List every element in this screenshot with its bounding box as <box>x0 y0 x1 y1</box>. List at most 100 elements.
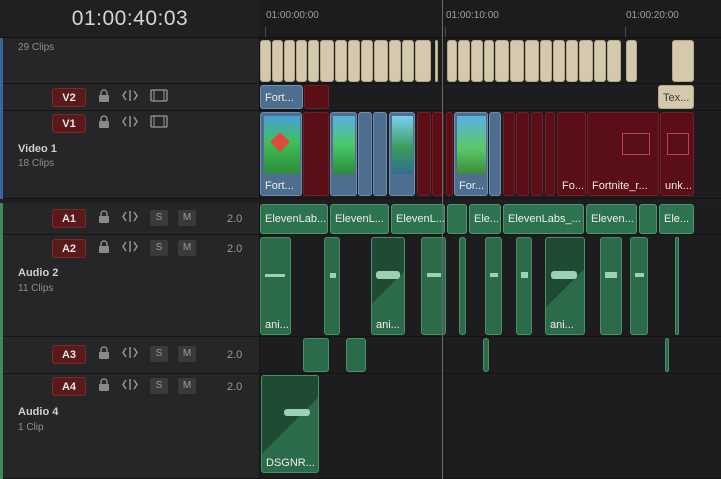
clip[interactable] <box>594 40 606 82</box>
solo-button[interactable]: S <box>150 210 168 226</box>
film-icon[interactable] <box>150 89 168 105</box>
link-icon[interactable] <box>122 378 138 394</box>
clip[interactable] <box>525 40 539 82</box>
clip[interactable] <box>516 112 529 196</box>
playhead-line[interactable] <box>442 0 443 479</box>
clip[interactable] <box>304 85 329 109</box>
lock-icon[interactable] <box>96 210 112 226</box>
timecode-display[interactable]: 01:00:40:03 <box>0 0 260 38</box>
track-header-v3[interactable]: 29 Clips <box>0 38 260 84</box>
clip[interactable] <box>348 40 360 82</box>
clip[interactable] <box>566 40 578 82</box>
track-badge-a2[interactable]: A2 <box>52 239 86 258</box>
track-badge-a3[interactable]: A3 <box>52 345 86 364</box>
clip[interactable] <box>626 40 637 82</box>
clip[interactable] <box>308 40 319 82</box>
clip[interactable]: Fo... <box>557 112 586 196</box>
clip[interactable] <box>495 40 509 82</box>
track-badge-a1[interactable]: A1 <box>52 209 86 228</box>
clip[interactable]: ElevenL... <box>330 204 389 234</box>
track-lane-a1[interactable]: ElevenLab... ElevenL... ElevenL... Ele..… <box>260 203 721 235</box>
link-icon[interactable] <box>122 89 138 105</box>
clip[interactable]: Fort... <box>260 85 303 109</box>
mute-button[interactable]: M <box>178 240 196 256</box>
clip[interactable] <box>415 40 431 82</box>
clip[interactable]: ani... <box>545 237 585 335</box>
clip[interactable]: Fortnite_r... <box>587 112 659 196</box>
clip[interactable] <box>503 112 515 196</box>
clip[interactable]: ani... <box>371 237 405 335</box>
solo-button[interactable]: S <box>150 240 168 256</box>
clip[interactable] <box>361 40 373 82</box>
lock-icon[interactable] <box>96 378 112 394</box>
clip[interactable] <box>553 40 565 82</box>
clip[interactable] <box>374 40 388 82</box>
link-icon[interactable] <box>122 115 138 131</box>
mute-button[interactable]: M <box>178 378 196 394</box>
clip[interactable]: Fort... <box>260 112 302 196</box>
clip[interactable] <box>665 338 669 372</box>
clip[interactable] <box>483 338 489 372</box>
clip[interactable] <box>335 40 347 82</box>
clip[interactable] <box>485 237 502 335</box>
clip[interactable] <box>330 112 357 196</box>
solo-button[interactable]: S <box>150 378 168 394</box>
clip[interactable] <box>540 40 552 82</box>
clip[interactable]: ElevenL... <box>391 204 445 234</box>
clip[interactable] <box>417 112 431 196</box>
clip[interactable] <box>324 237 340 335</box>
mute-button[interactable]: M <box>178 210 196 226</box>
link-icon[interactable] <box>122 346 138 362</box>
clip[interactable] <box>446 112 453 196</box>
clip[interactable]: DSGNR... <box>261 375 319 473</box>
clip[interactable] <box>296 40 307 82</box>
track-badge-v1[interactable]: V1 <box>52 114 86 133</box>
clip[interactable] <box>579 40 593 82</box>
clip[interactable] <box>373 112 387 196</box>
clip[interactable] <box>389 112 415 196</box>
clip[interactable] <box>484 40 494 82</box>
link-icon[interactable] <box>122 210 138 226</box>
track-lane-a2[interactable]: ani... ani... ani... <box>260 235 721 337</box>
track-lane-v2[interactable]: Fort... Tex... <box>260 84 721 111</box>
clip[interactable] <box>639 204 657 234</box>
clip[interactable] <box>402 40 414 82</box>
lock-icon[interactable] <box>96 240 112 256</box>
clip[interactable] <box>389 40 401 82</box>
timeline-ruler[interactable]: 01:00:00:00 01:00:10:00 01:00:20:00 <box>260 0 721 38</box>
track-lane-v3[interactable] <box>260 38 721 84</box>
link-icon[interactable] <box>122 240 138 256</box>
track-badge-v2[interactable]: V2 <box>52 88 86 107</box>
track-header-v2[interactable]: V2 <box>0 84 260 111</box>
lock-icon[interactable] <box>96 89 112 105</box>
clip[interactable] <box>531 112 543 196</box>
clip[interactable] <box>489 112 501 196</box>
clip[interactable] <box>435 40 438 82</box>
clip[interactable]: Tex... <box>658 85 694 109</box>
clip[interactable] <box>458 40 470 82</box>
clip[interactable] <box>672 40 694 82</box>
clip[interactable]: ElevenLab... <box>260 204 328 234</box>
clip[interactable] <box>358 112 372 196</box>
track-lane-a4[interactable]: DSGNR... <box>260 374 721 479</box>
clip[interactable] <box>303 338 329 372</box>
clip[interactable] <box>346 338 366 372</box>
clip[interactable] <box>510 40 524 82</box>
clip[interactable] <box>471 40 483 82</box>
clip[interactable]: ani... <box>260 237 291 335</box>
clip[interactable] <box>630 237 648 335</box>
clip[interactable]: Eleven... <box>586 204 637 234</box>
film-icon[interactable] <box>150 115 168 131</box>
clip[interactable] <box>545 112 555 196</box>
track-header-a3[interactable]: A3 S M 2.0 <box>0 337 260 374</box>
clip[interactable]: Ele... <box>659 204 694 234</box>
lock-icon[interactable] <box>96 115 112 131</box>
clip[interactable]: unk... <box>660 112 694 196</box>
track-lane-a3[interactable] <box>260 337 721 374</box>
solo-button[interactable]: S <box>150 346 168 362</box>
clip[interactable] <box>272 40 283 82</box>
clip[interactable] <box>516 237 532 335</box>
clip[interactable] <box>600 237 622 335</box>
clip[interactable] <box>260 40 271 82</box>
track-header-a2[interactable]: A2 S M 2.0 Audio 2 11 Clips <box>0 235 260 337</box>
